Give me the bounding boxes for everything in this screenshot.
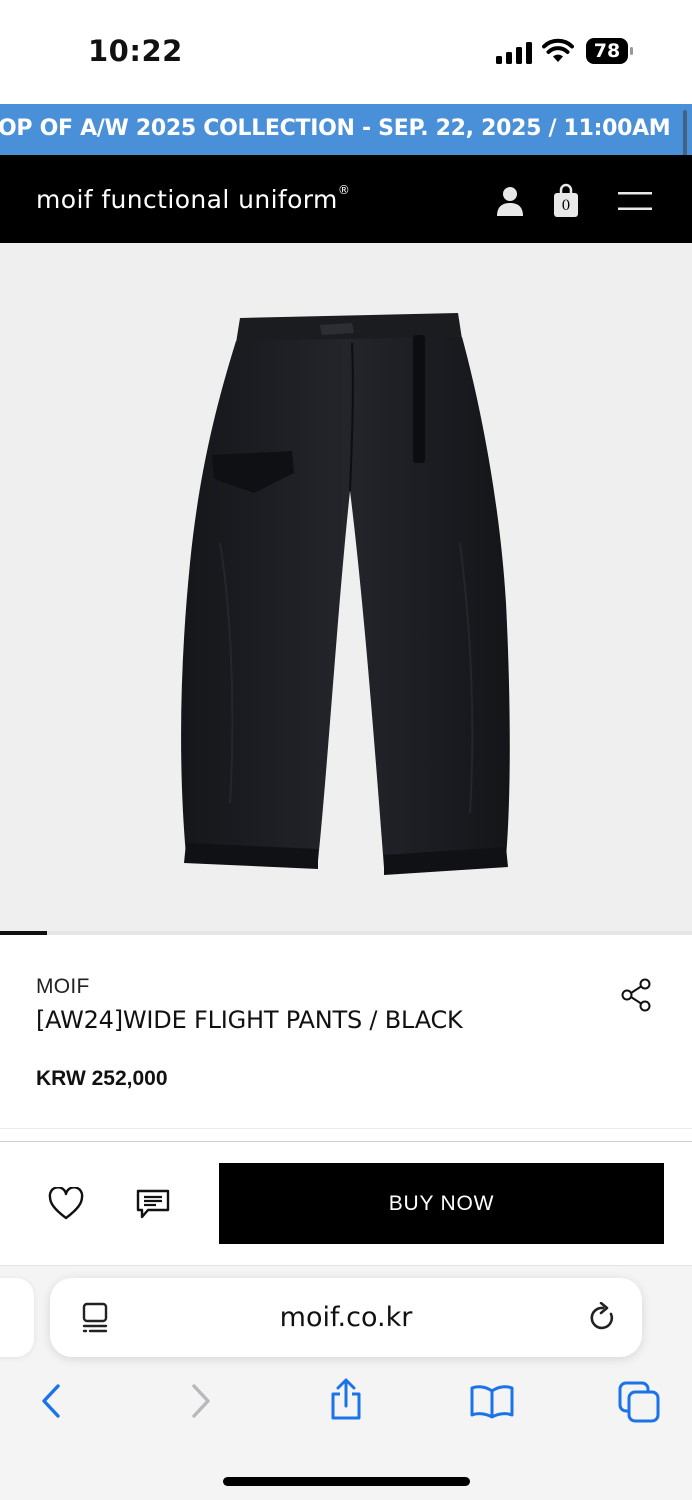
battery-indicator: 78 — [586, 38, 634, 64]
announcement-banner[interactable]: OP OF A/W 2025 COLLECTION - SEP. 22, 202… — [0, 104, 692, 155]
forward-icon[interactable] — [188, 1383, 214, 1419]
cart-count: 0 — [561, 198, 571, 214]
home-indicator — [223, 1477, 470, 1486]
product-image[interactable] — [0, 243, 692, 933]
bookmarks-icon[interactable] — [469, 1383, 515, 1419]
bag-icon[interactable]: 0 — [552, 182, 580, 218]
wifi-icon — [542, 38, 574, 62]
site-header: moif functional uniform® — [0, 155, 692, 243]
battery-level: 78 — [593, 40, 621, 62]
product-price: KRW 252,000 — [36, 1067, 168, 1090]
product-title: [AW24]WIDE FLIGHT PANTS / BLACK — [36, 1006, 463, 1034]
product-brand[interactable]: MOIF — [36, 975, 90, 999]
review-icon[interactable] — [134, 1186, 172, 1222]
status-bar: 10:22 78 — [0, 0, 692, 104]
reload-icon[interactable] — [589, 1302, 617, 1332]
announcement-text: OP OF A/W 2025 COLLECTION - SEP. 22, 202… — [0, 116, 671, 141]
carousel-progress-indicator — [0, 931, 47, 935]
share-icon[interactable] — [620, 978, 652, 1012]
divider — [0, 1141, 692, 1142]
share-icon[interactable] — [328, 1378, 364, 1422]
carousel-progress-track — [0, 931, 692, 935]
tabs-icon[interactable] — [618, 1381, 660, 1423]
buy-now-button[interactable]: BUY NOW — [219, 1163, 664, 1244]
signal-icon — [496, 42, 532, 64]
registered-mark: ® — [337, 183, 351, 197]
product-photo-pants — [181, 313, 510, 875]
brand-name: moif functional uniform — [36, 185, 338, 214]
brand-logo[interactable]: moif functional uniform® — [36, 183, 351, 214]
heart-icon[interactable] — [48, 1187, 84, 1221]
back-icon[interactable] — [38, 1383, 64, 1419]
divider — [0, 1128, 692, 1129]
menu-icon[interactable] — [618, 191, 652, 211]
user-icon[interactable] — [496, 186, 524, 216]
status-time: 10:22 — [88, 34, 183, 68]
